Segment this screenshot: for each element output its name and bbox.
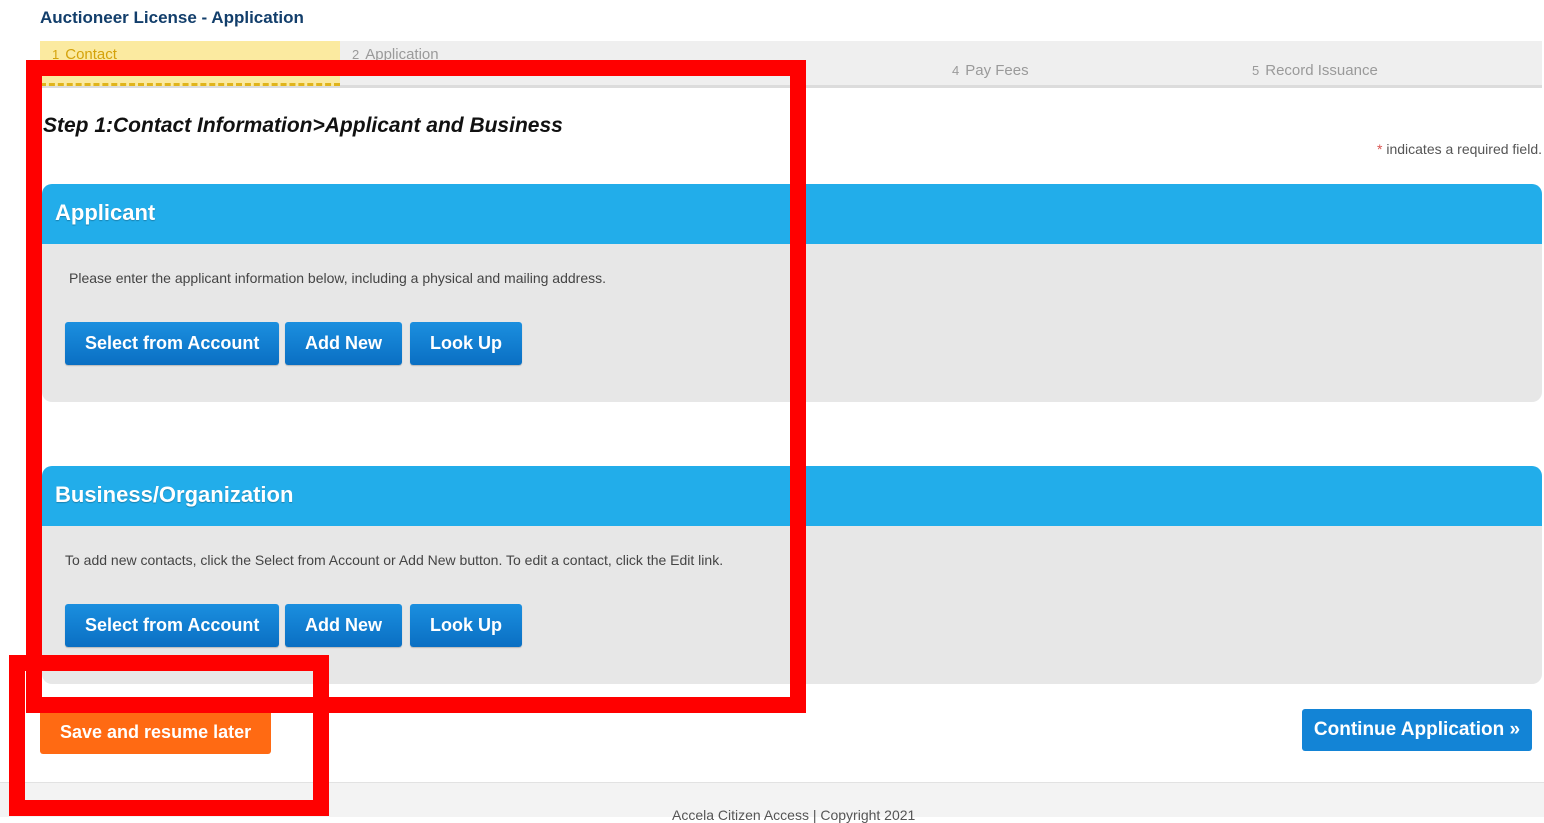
required-asterisk: * (1377, 141, 1383, 157)
applicant-look-up-button[interactable]: Look Up (410, 322, 522, 365)
step-progress-bar: 1 Contact 2 Application 3 Review 4 Pay Fees … (40, 41, 1542, 88)
applicant-select-from-account-button[interactable]: Select from Account (65, 322, 280, 365)
step-number: 3 (652, 63, 660, 78)
step-label: Application (365, 46, 439, 63)
business-section: Business/Organization To add new contact… (42, 466, 1542, 684)
business-select-from-account-button[interactable]: Select from Account (65, 604, 280, 647)
business-instructions: To add new contacts, click the Select fr… (65, 552, 724, 568)
save-and-resume-later-button[interactable]: Save and resume later (40, 710, 272, 754)
continue-application-button[interactable]: Continue Application » (1302, 709, 1532, 751)
applicant-instructions: Please enter the applicant information b… (69, 270, 606, 286)
copyright-text: Accela Citizen Access | Copyright 2021 (672, 807, 916, 823)
footer: Accela Citizen Access | Copyright 2021 (0, 782, 1544, 823)
applicant-section: Applicant Please enter the applicant inf… (42, 184, 1542, 402)
step-label: Pay Fees (965, 62, 1029, 79)
applicant-section-title: Applicant (42, 184, 1542, 244)
step-pay-fees[interactable]: 4 Pay Fees (940, 41, 1240, 85)
business-add-new-button[interactable]: Add New (285, 604, 403, 647)
step-label: Record Issuance (1265, 62, 1378, 79)
step-heading: Step 1:Contact Information>Applicant and… (43, 114, 563, 137)
page-title: Auctioneer License - Application (40, 8, 304, 27)
required-field-note: * indicates a required field. (1377, 141, 1542, 157)
step-label: Review (665, 62, 715, 79)
step-number: 5 (1252, 63, 1260, 78)
business-look-up-button[interactable]: Look Up (410, 604, 522, 647)
step-number: 1 (52, 47, 60, 62)
step-contact[interactable]: 1 Contact (40, 41, 340, 86)
step-number: 2 (352, 47, 360, 62)
business-section-title: Business/Organization (42, 466, 1542, 526)
required-note-text: indicates a required field. (1386, 141, 1542, 157)
step-record-issuance[interactable]: 5 Record Issuance (1240, 41, 1540, 85)
applicant-add-new-button[interactable]: Add New (285, 322, 403, 365)
step-application[interactable]: 2 Application (340, 41, 640, 85)
step-label: Contact (65, 46, 117, 63)
step-number: 4 (952, 63, 960, 78)
step-review[interactable]: 3 Review (640, 41, 940, 85)
